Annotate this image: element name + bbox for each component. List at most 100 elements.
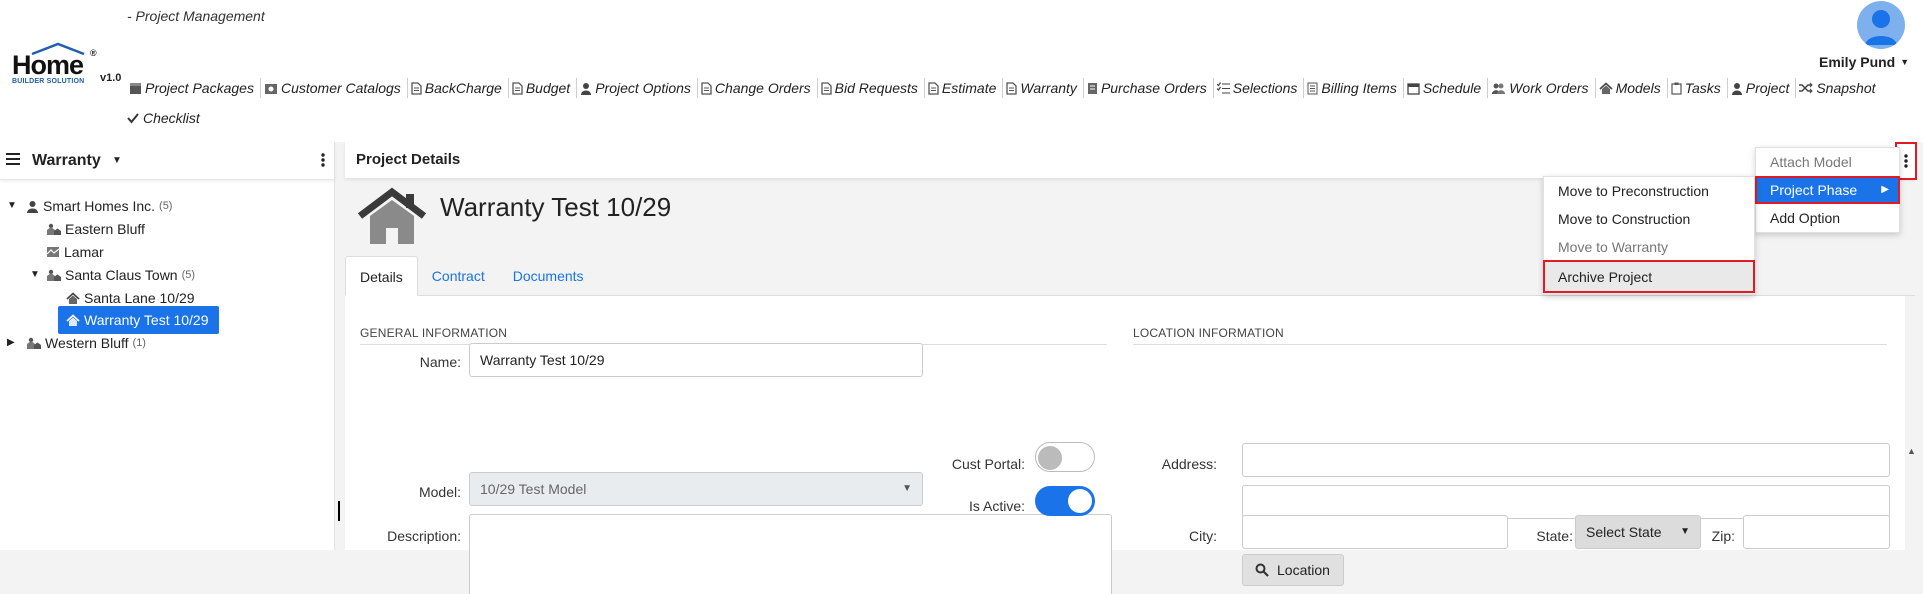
description-textarea[interactable] bbox=[469, 514, 1112, 594]
state-select-value: Select State bbox=[1586, 524, 1662, 540]
address-line2-input[interactable] bbox=[1242, 485, 1890, 519]
menu-item-move-to-preconstruction[interactable]: Move to Preconstruction bbox=[1544, 177, 1754, 205]
tree-item-label: Eastern Bluff bbox=[65, 221, 145, 237]
person-icon bbox=[1731, 82, 1746, 95]
text-cursor bbox=[338, 501, 340, 521]
nav-item-label: Estimate bbox=[941, 80, 997, 96]
document-icon bbox=[1006, 81, 1020, 95]
cust-portal-label: Cust Portal: bbox=[951, 456, 1025, 472]
toggle-knob bbox=[1068, 489, 1092, 513]
menu-item-label: Project Phase bbox=[1770, 182, 1858, 198]
sidebar-header: Warranty ▼ bbox=[0, 142, 335, 180]
tree-item-label: Western Bluff bbox=[45, 335, 129, 351]
community-icon bbox=[46, 223, 65, 236]
sidebar-title[interactable]: Warranty bbox=[32, 152, 101, 170]
city-input[interactable] bbox=[1242, 515, 1508, 549]
state-select[interactable]: Select State ▼ bbox=[1575, 515, 1701, 549]
user-menu[interactable]: Emily Pund ▼ bbox=[1819, 54, 1909, 70]
clipboard-icon bbox=[1671, 82, 1685, 95]
nav-item-bid-requests[interactable]: Bid Requests bbox=[818, 78, 925, 98]
tab-contract[interactable]: Contract bbox=[418, 256, 499, 296]
tree-item[interactable]: Eastern Bluff bbox=[46, 218, 145, 240]
nav-item-estimate[interactable]: Estimate bbox=[925, 78, 1004, 98]
caret-down-icon[interactable]: ▼ bbox=[112, 155, 122, 166]
menu-item-add-option[interactable]: Add Option bbox=[1756, 204, 1899, 232]
calendar-icon bbox=[1407, 82, 1423, 95]
menu-item-attach-model[interactable]: Attach Model bbox=[1756, 148, 1899, 176]
nav-item-project-packages[interactable]: Project Packages bbox=[126, 78, 261, 98]
menu-item-archive-project[interactable]: Archive Project bbox=[1544, 261, 1754, 294]
nav-item-purchase-orders[interactable]: Purchase Orders bbox=[1084, 78, 1214, 98]
nav-item-work-orders[interactable]: Work Orders bbox=[1488, 78, 1596, 98]
house-icon bbox=[66, 313, 84, 327]
nav-item-label: BackCharge bbox=[424, 80, 502, 96]
nav-item-models[interactable]: Models bbox=[1596, 78, 1668, 98]
model-select[interactable]: 10/29 Test Model ▼ bbox=[469, 472, 923, 506]
package-icon bbox=[129, 82, 145, 95]
location-button[interactable]: Location bbox=[1242, 554, 1344, 586]
tree-item[interactable]: Santa Claus Town (5) bbox=[46, 264, 195, 286]
address-line1-input[interactable] bbox=[1242, 443, 1890, 477]
nav-item-label: Bid Requests bbox=[834, 80, 918, 96]
nav-item-budget[interactable]: Budget bbox=[509, 78, 578, 98]
sidebar: Warranty ▼ Smart Homes Inc. (5) ▼ Eastern B… bbox=[0, 142, 335, 550]
location-button-label: Location bbox=[1277, 562, 1330, 578]
collapse-toggle-icon[interactable]: ▼ bbox=[30, 269, 40, 280]
nav-item-label: Change Orders bbox=[714, 80, 811, 96]
menu-item-project-phase[interactable]: Project Phase ▶ bbox=[1756, 176, 1899, 204]
actions-menu: Attach Model Project Phase ▶ Add Option bbox=[1755, 147, 1900, 233]
nav-item-checklist[interactable]: Checklist bbox=[127, 110, 200, 126]
kebab-menu-icon bbox=[1904, 154, 1908, 168]
is-active-toggle[interactable] bbox=[1035, 486, 1095, 516]
tree-item[interactable]: Western Bluff (1) bbox=[26, 332, 146, 354]
scroll-up-arrow-icon[interactable]: ▲ bbox=[1907, 446, 1916, 456]
nav-item-tasks[interactable]: Tasks bbox=[1668, 78, 1728, 98]
name-input[interactable]: Warranty Test 10/29 bbox=[469, 343, 923, 377]
app-logo[interactable]: Home ® BUILDER SOLUTION v1.0 bbox=[10, 42, 126, 92]
address-label: Address: bbox=[1161, 456, 1217, 472]
nav-item-label: Models bbox=[1615, 80, 1661, 96]
details-panel: GENERAL INFORMATION Name: Warranty Test … bbox=[345, 296, 1916, 594]
user-avatar[interactable] bbox=[1857, 1, 1905, 49]
tree-item-selected[interactable]: Warranty Test 10/29 bbox=[58, 306, 219, 334]
tree-item-label: Smart Homes Inc. bbox=[43, 198, 156, 214]
collapse-toggle-icon[interactable]: ▼ bbox=[7, 200, 17, 211]
nav-item-project-options[interactable]: Project Options bbox=[577, 78, 698, 98]
logo-tagline: BUILDER SOLUTION bbox=[12, 78, 85, 85]
main-nav: Project Packages Customer Catalogs BackCha… bbox=[126, 77, 1923, 99]
menu-item-move-to-warranty[interactable]: Move to Warranty bbox=[1544, 233, 1754, 261]
caret-down-icon: ▼ bbox=[1900, 57, 1910, 67]
nav-item-selections[interactable]: Selections bbox=[1214, 78, 1305, 98]
hamburger-menu-icon[interactable] bbox=[6, 153, 20, 165]
nav-item-billing-items[interactable]: Billing Items bbox=[1304, 78, 1404, 98]
menu-item-label: Move to Warranty bbox=[1558, 239, 1668, 255]
nav-item-label: Project Packages bbox=[145, 80, 254, 96]
checklist-icon bbox=[1216, 82, 1233, 94]
tab-documents[interactable]: Documents bbox=[499, 256, 598, 296]
expand-toggle-icon[interactable]: ▶ bbox=[7, 337, 15, 348]
zip-input[interactable] bbox=[1743, 515, 1890, 549]
nav-item-project[interactable]: Project bbox=[1728, 78, 1797, 98]
city-label: City: bbox=[1189, 528, 1217, 544]
catalog-icon bbox=[264, 82, 281, 95]
nav-item-warranty[interactable]: Warranty bbox=[1003, 78, 1084, 98]
workers-icon bbox=[1491, 82, 1509, 95]
nav-item-schedule[interactable]: Schedule bbox=[1404, 78, 1489, 98]
nav-item-backcharge[interactable]: BackCharge bbox=[408, 78, 509, 98]
nav-item-change-orders[interactable]: Change Orders bbox=[698, 78, 818, 98]
top-header: - Project Management Home ® BUILDER SOLU… bbox=[0, 0, 1923, 142]
toggle-knob bbox=[1038, 446, 1062, 470]
cust-portal-toggle[interactable] bbox=[1035, 442, 1095, 472]
nav-item-customer-catalogs[interactable]: Customer Catalogs bbox=[261, 78, 408, 98]
list-icon bbox=[1307, 82, 1321, 95]
menu-item-move-to-construction[interactable]: Move to Construction bbox=[1544, 205, 1754, 233]
nav-item-label: Snapshot bbox=[1816, 80, 1876, 96]
tree-item[interactable]: Smart Homes Inc. (5) bbox=[26, 195, 172, 217]
tab-details[interactable]: Details bbox=[345, 256, 418, 296]
caret-down-icon: ▼ bbox=[1680, 526, 1690, 537]
kebab-menu-icon[interactable] bbox=[321, 153, 325, 167]
document-icon bbox=[928, 81, 942, 95]
tree-item[interactable]: Lamar bbox=[46, 241, 104, 263]
nav-item-snapshot[interactable]: Snapshot bbox=[1796, 78, 1881, 98]
name-label: Name: bbox=[419, 354, 461, 370]
